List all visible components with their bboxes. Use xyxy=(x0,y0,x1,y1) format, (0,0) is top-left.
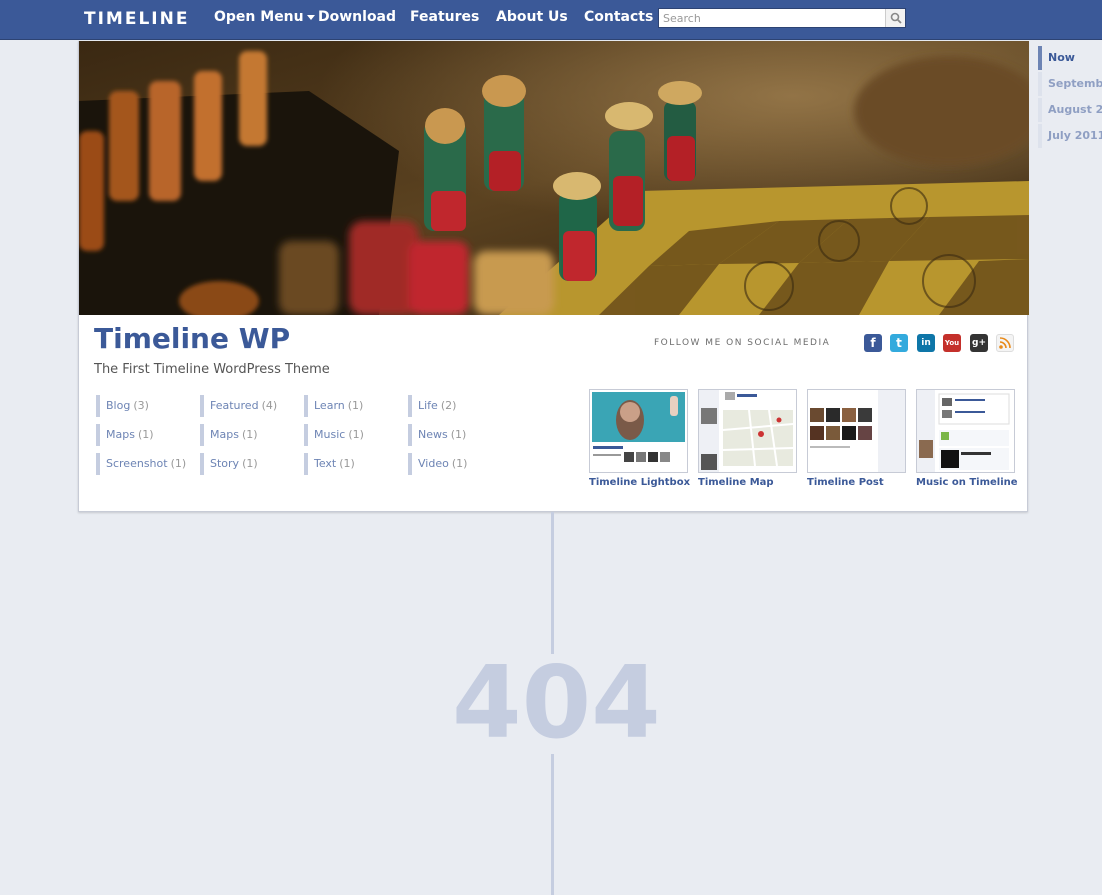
site-tagline: The First Timeline WordPress Theme xyxy=(94,362,330,377)
thumbnail-caption[interactable]: Timeline Post xyxy=(807,477,884,488)
category-link[interactable]: Screenshot (1) xyxy=(96,453,186,475)
cover-photo xyxy=(79,41,1029,315)
category-name: News xyxy=(418,428,448,441)
category-count: (1) xyxy=(348,428,364,441)
category-link[interactable]: News (1) xyxy=(408,424,466,446)
nav-download[interactable]: Download xyxy=(318,9,396,25)
timeline-spine xyxy=(551,512,554,654)
category-count: (1) xyxy=(242,457,258,470)
top-navigation-bar: TIMELINE Open Menu Download Features Abo… xyxy=(0,0,1102,40)
facebook-icon[interactable]: f xyxy=(864,334,882,352)
search-input[interactable] xyxy=(659,9,885,27)
category-count: (1) xyxy=(241,428,258,441)
thumbnail-timeline-post[interactable] xyxy=(807,389,906,473)
rss-icon[interactable] xyxy=(996,334,1014,352)
site-title[interactable]: Timeline WP xyxy=(94,322,290,355)
chess-board-image xyxy=(79,41,1029,315)
post-preview-image xyxy=(808,390,905,472)
category-name: Maps xyxy=(106,428,135,441)
category-link[interactable]: Featured (4) xyxy=(200,395,277,417)
category-name: Learn xyxy=(314,399,345,412)
follow-social-label: FOLLOW ME ON SOCIAL MEDIA xyxy=(654,338,831,348)
search-icon xyxy=(890,12,902,24)
category-link[interactable]: Life (2) xyxy=(408,395,456,417)
error-404-label: 404 xyxy=(452,644,661,761)
search-box xyxy=(658,8,906,28)
nav-open-menu-label: Open Menu xyxy=(214,9,304,25)
category-link[interactable]: Blog (3) xyxy=(96,395,149,417)
category-count: (1) xyxy=(450,428,467,441)
category-name: Blog xyxy=(106,399,131,412)
thumbnail-caption[interactable]: Timeline Lightbox xyxy=(589,477,690,488)
category-link[interactable]: Music (1) xyxy=(304,424,364,446)
nav-about-us[interactable]: About Us xyxy=(496,9,568,25)
category-link[interactable]: Learn (1) xyxy=(304,395,363,417)
site-logo[interactable]: TIMELINE xyxy=(84,9,189,29)
timeline-nav-now[interactable]: Now xyxy=(1038,46,1102,70)
category-count: (2) xyxy=(440,399,457,412)
category-link[interactable]: Story (1) xyxy=(200,453,258,475)
caret-down-icon xyxy=(306,14,315,20)
search-button[interactable] xyxy=(885,9,905,27)
thumbnail-caption[interactable]: Timeline Map xyxy=(698,477,774,488)
category-name: Text xyxy=(314,457,337,470)
category-count: (3) xyxy=(133,399,149,412)
map-preview-image xyxy=(699,390,796,472)
nav-open-menu[interactable]: Open Menu xyxy=(214,9,315,25)
thumbnail-caption[interactable]: Music on Timeline xyxy=(916,477,1018,488)
lightbox-preview-image xyxy=(590,390,687,472)
category-count: (1) xyxy=(451,457,468,470)
timeline-nav-september[interactable]: September xyxy=(1038,72,1102,96)
google-plus-icon[interactable]: g+ xyxy=(970,334,988,352)
timeline-spine xyxy=(551,754,554,895)
thumbnail-timeline-map[interactable] xyxy=(698,389,797,473)
category-count: (1) xyxy=(170,457,187,470)
category-link[interactable]: Maps (1) xyxy=(200,424,258,446)
category-link[interactable]: Text (1) xyxy=(304,453,355,475)
category-name: Screenshot xyxy=(106,457,168,470)
category-count: (1) xyxy=(137,428,154,441)
thumbnail-music-on-timeline[interactable] xyxy=(916,389,1015,473)
thumbnail-timeline-lightbox[interactable] xyxy=(589,389,688,473)
category-count: (1) xyxy=(347,399,364,412)
timeline-nav-july-2011[interactable]: July 2011 xyxy=(1038,124,1102,148)
category-link[interactable]: Video (1) xyxy=(408,453,467,475)
profile-card: Timeline WP The First Timeline WordPress… xyxy=(78,41,1029,512)
timeline-nav-august-2011[interactable]: August 2011 xyxy=(1038,98,1102,122)
category-link[interactable]: Maps (1) xyxy=(96,424,154,446)
category-name: Story xyxy=(210,457,240,470)
category-name: Video xyxy=(418,457,449,470)
category-name: Maps xyxy=(210,428,239,441)
category-name: Featured xyxy=(210,399,259,412)
category-name: Music xyxy=(314,428,346,441)
category-count: (4) xyxy=(261,399,278,412)
category-count: (1) xyxy=(339,457,355,470)
category-name: Life xyxy=(418,399,438,412)
twitter-icon[interactable]: t xyxy=(890,334,908,352)
youtube-icon[interactable]: You xyxy=(943,334,961,352)
linkedin-icon[interactable]: in xyxy=(917,334,935,352)
nav-contacts[interactable]: Contacts xyxy=(584,9,653,25)
music-preview-image xyxy=(917,390,1014,472)
nav-features[interactable]: Features xyxy=(410,9,479,25)
